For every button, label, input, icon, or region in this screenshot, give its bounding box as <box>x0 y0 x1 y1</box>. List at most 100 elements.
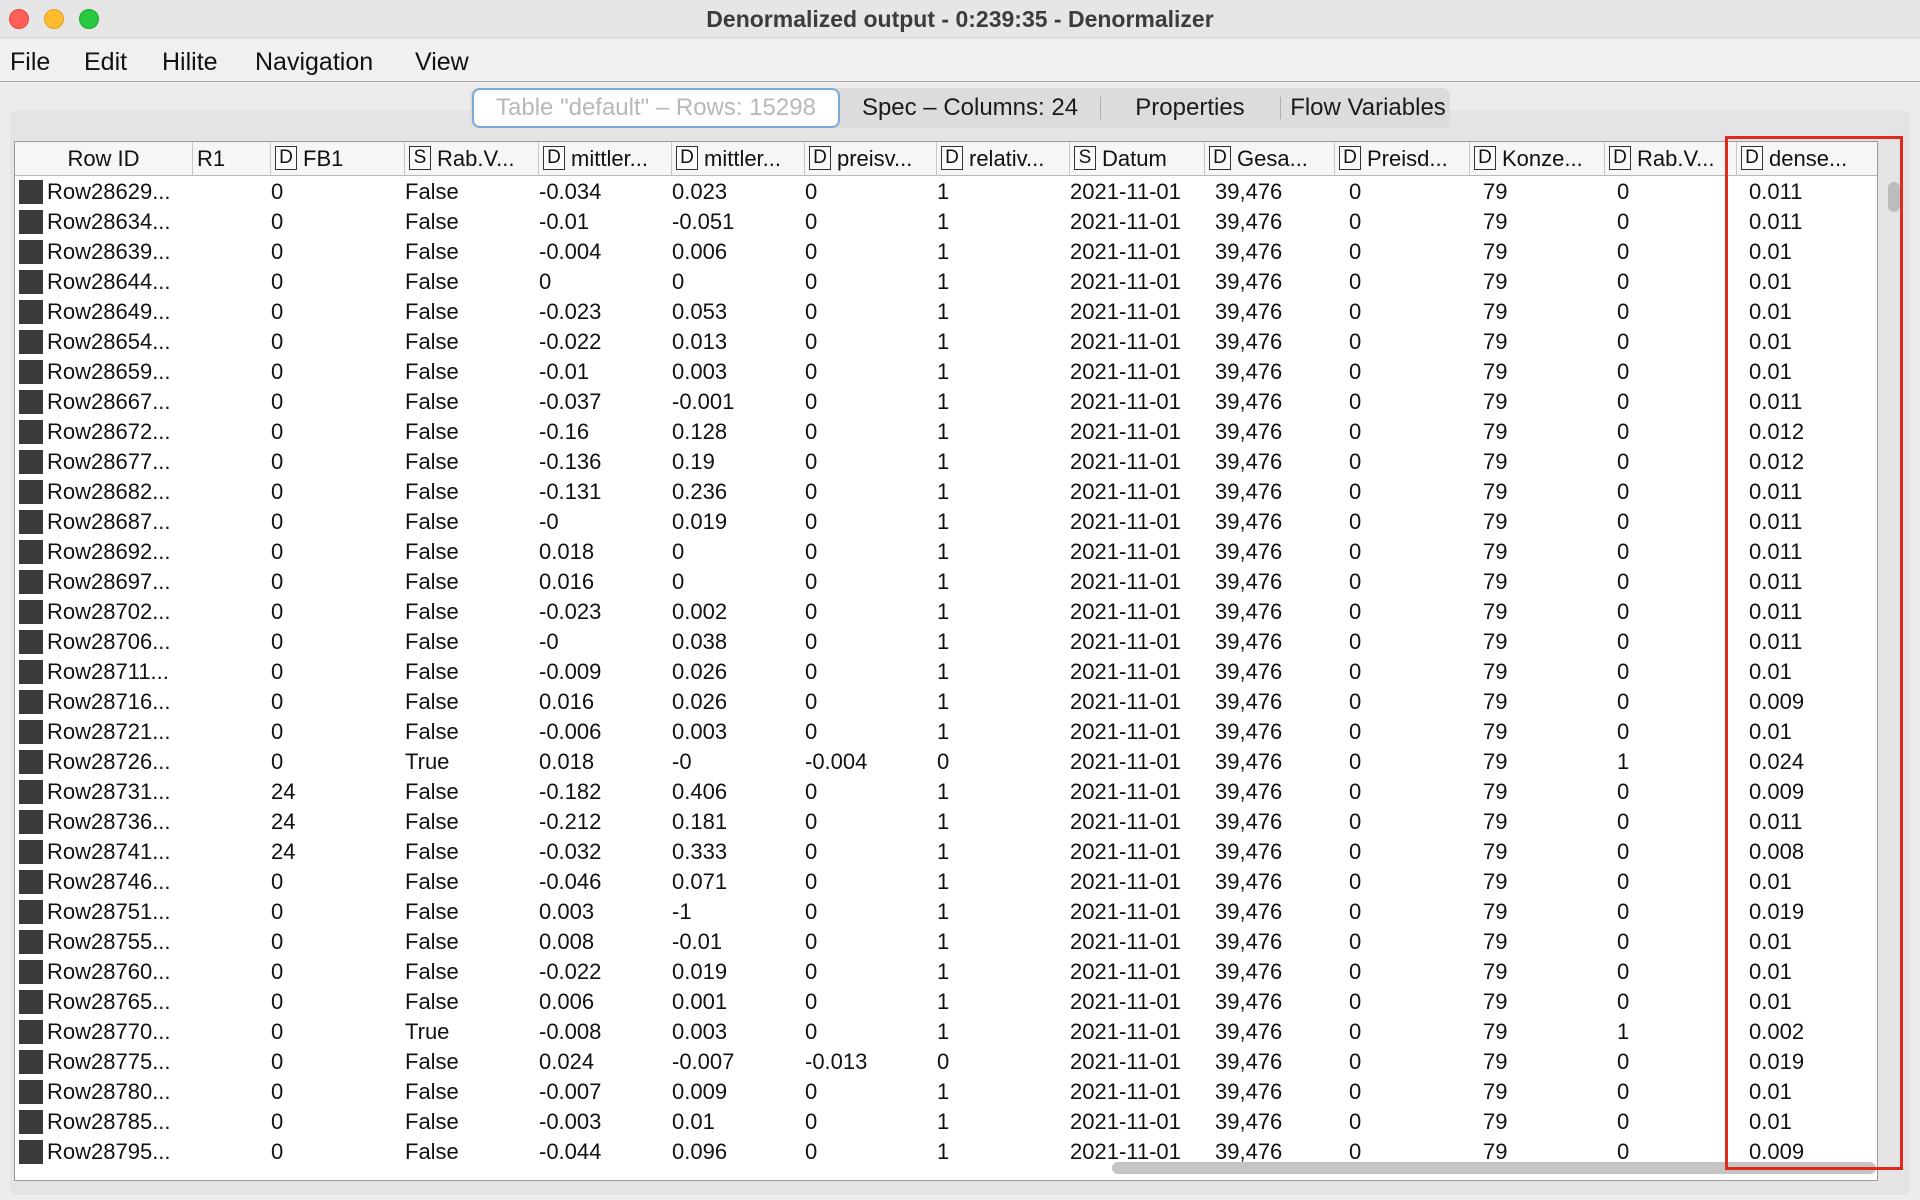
table-cell[interactable]: 24 <box>271 777 295 807</box>
table-cell[interactable]: 2021-11-01 <box>1070 777 1181 807</box>
row-id-cell[interactable]: Row28654... <box>47 327 171 357</box>
table-cell[interactable]: False <box>405 657 459 687</box>
table-cell[interactable]: 0 <box>1617 597 1629 627</box>
table-cell[interactable]: 0 <box>1349 687 1361 717</box>
table-cell[interactable]: 79 <box>1483 567 1507 597</box>
table-cell[interactable]: True <box>405 1017 449 1047</box>
table-cell[interactable]: 39,476 <box>1215 477 1282 507</box>
row-id-cell[interactable]: Row28780... <box>47 1077 171 1107</box>
table-cell[interactable]: 39,476 <box>1215 237 1282 267</box>
table-cell[interactable]: 0 <box>1349 987 1361 1017</box>
row-id-cell[interactable]: Row28751... <box>47 897 171 927</box>
table-cell[interactable]: -0.051 <box>672 207 734 237</box>
table-cell[interactable]: 79 <box>1483 537 1507 567</box>
table-cell[interactable]: 0 <box>271 957 283 987</box>
table-cell[interactable]: 0 <box>271 867 283 897</box>
table-cell[interactable]: 2021-11-01 <box>1070 897 1181 927</box>
table-cell[interactable]: 1 <box>937 867 949 897</box>
table-cell[interactable]: 0 <box>1617 207 1629 237</box>
table-cell[interactable]: 0 <box>271 207 283 237</box>
table-cell[interactable]: 0 <box>805 867 817 897</box>
table-cell[interactable]: 0 <box>271 717 283 747</box>
table-cell[interactable]: -0.16 <box>539 417 589 447</box>
table-cell[interactable]: 0 <box>1349 1107 1361 1137</box>
table-cell[interactable]: 1 <box>937 957 949 987</box>
table-cell[interactable]: 39,476 <box>1215 1047 1282 1077</box>
row-id-cell[interactable]: Row28687... <box>47 507 171 537</box>
table-cell[interactable]: False <box>405 267 459 297</box>
tab-table[interactable]: Table "default" – Rows: 15298 <box>472 88 840 128</box>
column-header[interactable]: Row ID <box>15 142 193 176</box>
table-cell[interactable]: 1 <box>937 807 949 837</box>
table-cell[interactable]: 39,476 <box>1215 357 1282 387</box>
table-cell[interactable]: -0.006 <box>539 717 601 747</box>
row-id-cell[interactable]: Row28721... <box>47 717 171 747</box>
table-cell[interactable]: 79 <box>1483 207 1507 237</box>
table-cell[interactable]: 0 <box>271 657 283 687</box>
table-cell[interactable]: 0 <box>1349 657 1361 687</box>
table-cell[interactable]: 0 <box>805 777 817 807</box>
table-cell[interactable]: 0 <box>1349 777 1361 807</box>
table-cell[interactable]: 0 <box>1349 627 1361 657</box>
table-cell[interactable]: 0 <box>805 897 817 927</box>
table-cell[interactable]: 1 <box>937 927 949 957</box>
table-cell[interactable]: False <box>405 1047 459 1077</box>
table-cell[interactable]: -0.007 <box>539 1077 601 1107</box>
row-id-cell[interactable]: Row28755... <box>47 927 171 957</box>
column-header[interactable]: D Preisd... <box>1335 142 1470 176</box>
table-cell[interactable]: False <box>405 417 459 447</box>
table-cell[interactable]: False <box>405 477 459 507</box>
table-cell[interactable]: False <box>405 327 459 357</box>
table-cell[interactable]: 0 <box>1349 717 1361 747</box>
table-cell[interactable]: 1 <box>937 177 949 207</box>
table-row[interactable]: Row28741... 24 False -0.032 0.333 0 1 2021-11-0… <box>15 837 1877 867</box>
table-row[interactable]: Row28677... 0 False -0.136 0.19 0 1 2021-11-01 3… <box>15 447 1877 477</box>
table-cell[interactable]: 79 <box>1483 627 1507 657</box>
table-cell[interactable]: 1 <box>937 537 949 567</box>
table-cell[interactable]: 0 <box>805 1077 817 1107</box>
table-cell[interactable]: 39,476 <box>1215 297 1282 327</box>
table-cell[interactable]: 1 <box>1617 1017 1629 1047</box>
table-cell[interactable]: -0.034 <box>539 177 601 207</box>
menu-edit[interactable]: Edit <box>84 48 127 77</box>
column-header[interactable]: Dmittler... <box>539 142 672 176</box>
table-cell[interactable]: 79 <box>1483 1077 1507 1107</box>
table-cell[interactable]: 39,476 <box>1215 387 1282 417</box>
table-cell[interactable]: 1 <box>937 987 949 1017</box>
table-cell[interactable]: 0 <box>271 1017 283 1047</box>
table-cell[interactable]: 1 <box>937 1107 949 1137</box>
table-cell[interactable]: False <box>405 597 459 627</box>
table-cell[interactable]: 39,476 <box>1215 567 1282 597</box>
row-id-cell[interactable]: Row28760... <box>47 957 171 987</box>
table-cell[interactable]: 0 <box>271 897 283 927</box>
table-cell[interactable]: 2021-11-01 <box>1070 327 1181 357</box>
table-cell[interactable]: 0 <box>1617 537 1629 567</box>
table-cell[interactable]: 2021-11-01 <box>1070 477 1181 507</box>
table-cell[interactable]: 0 <box>1617 357 1629 387</box>
table-cell[interactable]: 0 <box>1349 357 1361 387</box>
table-cell[interactable]: -0.001 <box>672 387 734 417</box>
table-row[interactable]: Row28697... 0 False 0.016 0 0 1 2021-11-01 39,47… <box>15 567 1877 597</box>
table-cell[interactable]: 2021-11-01 <box>1070 1077 1181 1107</box>
table-cell[interactable]: False <box>405 777 459 807</box>
table-cell[interactable]: 0.026 <box>672 687 727 717</box>
table-cell[interactable]: 2021-11-01 <box>1070 297 1181 327</box>
table-row[interactable]: Row28721... 0 False -0.006 0.003 0 1 2021-11-01… <box>15 717 1877 747</box>
table-cell[interactable]: 0.023 <box>672 177 727 207</box>
table-cell[interactable]: 79 <box>1483 807 1507 837</box>
table-cell[interactable]: -0.136 <box>539 447 601 477</box>
table-cell[interactable]: 0 <box>805 687 817 717</box>
table-cell[interactable]: 0 <box>805 1107 817 1137</box>
row-id-cell[interactable]: Row28629... <box>47 177 171 207</box>
table-cell[interactable]: 1 <box>1617 747 1629 777</box>
table-cell[interactable]: 79 <box>1483 1017 1507 1047</box>
table-cell[interactable]: False <box>405 357 459 387</box>
table-cell[interactable]: 39,476 <box>1215 777 1282 807</box>
table-cell[interactable]: 2021-11-01 <box>1070 687 1181 717</box>
table-cell[interactable]: 0 <box>1617 927 1629 957</box>
table-cell[interactable]: 0 <box>937 747 949 777</box>
table-cell[interactable]: 0.053 <box>672 297 727 327</box>
table-cell[interactable]: 0.071 <box>672 867 727 897</box>
table-row[interactable]: Row28731... 24 False -0.182 0.406 0 1 2021-11-0… <box>15 777 1877 807</box>
table-cell[interactable]: 0 <box>672 267 684 297</box>
